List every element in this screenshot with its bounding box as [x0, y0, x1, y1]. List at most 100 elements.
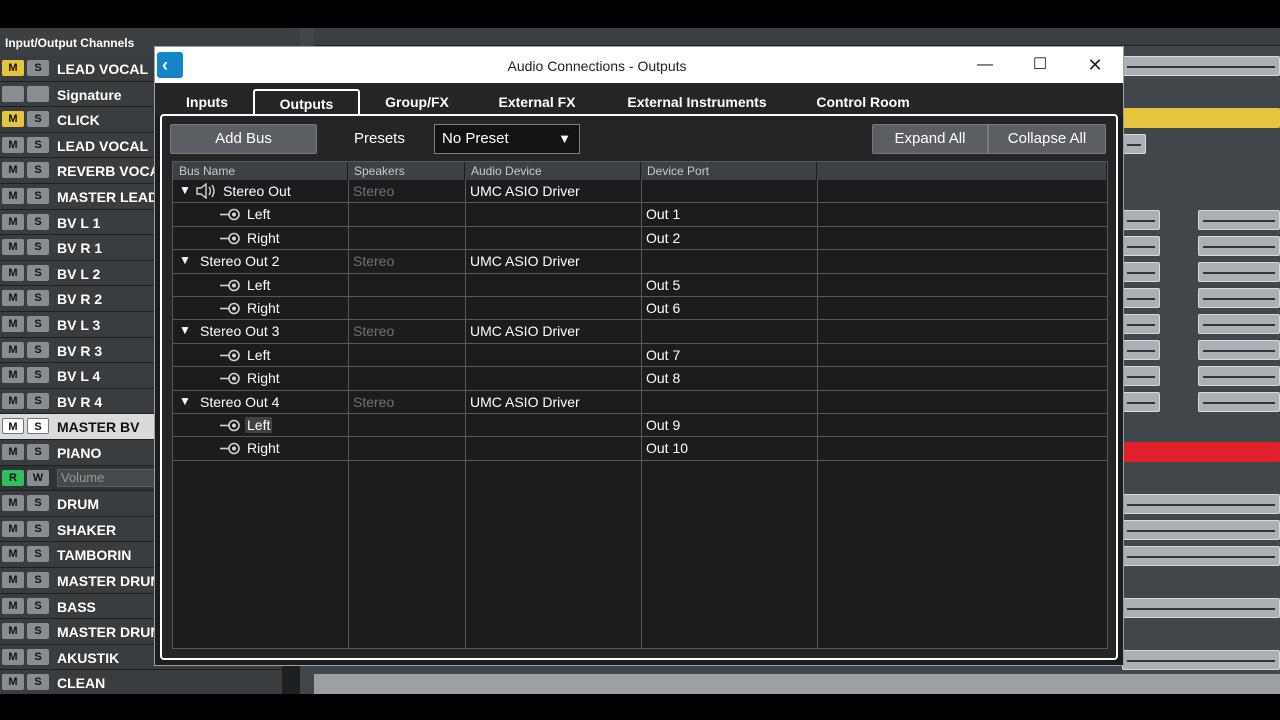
device-port-cell[interactable]: Out 5: [646, 277, 680, 293]
mute-button[interactable]: M: [2, 418, 24, 435]
lock-icon[interactable]: [2, 85, 24, 102]
solo-button[interactable]: S: [27, 546, 49, 563]
audio-clip[interactable]: [1122, 262, 1160, 282]
mute-button[interactable]: M: [2, 546, 24, 563]
mute-button[interactable]: M: [2, 648, 24, 665]
mute-button[interactable]: M: [2, 341, 24, 358]
tab-control-room[interactable]: Control Room: [807, 89, 919, 115]
mute-button[interactable]: M: [2, 162, 24, 179]
channel-row[interactable]: Right Out 6: [173, 297, 1107, 321]
bus-name[interactable]: Stereo Out 3: [200, 323, 279, 339]
mute-button[interactable]: M: [2, 520, 24, 537]
device-port-cell[interactable]: Out 6: [646, 300, 680, 316]
audio-clip[interactable]: [1198, 288, 1280, 308]
speakers-cell[interactable]: Stereo: [353, 323, 394, 339]
solo-button[interactable]: S: [27, 674, 49, 691]
mute-button[interactable]: M: [2, 444, 24, 460]
tab-outputs[interactable]: Outputs: [253, 89, 360, 115]
tab-group-fx[interactable]: Group/FX: [373, 89, 461, 115]
channel-row[interactable]: Right Out 8: [173, 367, 1107, 391]
solo-button[interactable]: S: [27, 213, 49, 230]
mute-button[interactable]: M: [2, 316, 24, 332]
solo-button[interactable]: S: [27, 188, 49, 204]
solo-button[interactable]: S: [27, 418, 49, 435]
close-button[interactable]: ✕: [1075, 53, 1115, 77]
collapse-triangle-icon[interactable]: ▼: [179, 394, 191, 408]
minimize-button[interactable]: —: [965, 53, 1005, 77]
audio-clip[interactable]: [1198, 340, 1280, 360]
solo-button[interactable]: S: [27, 136, 49, 153]
audio-clip[interactable]: [1122, 108, 1280, 128]
audio-clip[interactable]: [314, 674, 1280, 694]
bus-name[interactable]: Stereo Out 2: [200, 253, 279, 269]
mute-button[interactable]: M: [2, 290, 24, 307]
audio-clip[interactable]: [1122, 288, 1160, 308]
tab-external-fx[interactable]: External FX: [491, 89, 583, 115]
col-device-port[interactable]: Device Port: [641, 162, 817, 180]
audio-clip[interactable]: [1198, 392, 1280, 412]
channel-row[interactable]: Left Out 1: [173, 203, 1107, 227]
collapse-triangle-icon[interactable]: ▼: [179, 323, 191, 337]
solo-button[interactable]: S: [27, 572, 49, 588]
device-port-cell[interactable]: Out 2: [646, 230, 680, 246]
channel-row[interactable]: Left Out 9: [173, 414, 1107, 438]
audio-clip[interactable]: [1122, 494, 1280, 514]
solo-button[interactable]: S: [27, 392, 49, 409]
track-row[interactable]: M S CLEAN: [0, 670, 300, 696]
audio-clip[interactable]: [1122, 340, 1160, 360]
audio-clip[interactable]: [1198, 262, 1280, 282]
audio-clip[interactable]: [1122, 314, 1160, 334]
bus-row[interactable]: ▼ Stereo Out 3 Stereo UMC ASIO Driver: [173, 320, 1107, 344]
channel-row[interactable]: Left Out 5: [173, 274, 1107, 297]
audio-device-cell[interactable]: UMC ASIO Driver: [470, 253, 580, 269]
device-port-cell[interactable]: Out 9: [646, 417, 680, 433]
mute-button[interactable]: M: [2, 392, 24, 409]
device-port-cell[interactable]: Out 8: [646, 370, 680, 386]
audio-clip[interactable]: [1122, 392, 1160, 412]
add-bus-button[interactable]: Add Bus: [170, 124, 317, 154]
solo-button[interactable]: S: [27, 341, 49, 358]
device-port-cell[interactable]: Out 7: [646, 347, 680, 363]
track-button[interactable]: [27, 85, 49, 102]
channel-row[interactable]: Right Out 2: [173, 227, 1107, 251]
channel-name[interactable]: Left: [247, 347, 270, 363]
audio-clip[interactable]: [1198, 366, 1280, 386]
channel-name[interactable]: Right: [247, 230, 280, 246]
solo-button[interactable]: S: [27, 623, 49, 640]
expand-all-button[interactable]: Expand All: [872, 124, 988, 154]
audio-clip[interactable]: [1198, 314, 1280, 334]
channel-name[interactable]: Right: [247, 300, 280, 316]
channel-row[interactable]: Left Out 7: [173, 344, 1107, 368]
bus-row[interactable]: ▼ Stereo Out 2 Stereo UMC ASIO Driver: [173, 250, 1107, 274]
solo-button[interactable]: S: [27, 60, 49, 76]
mute-button[interactable]: M: [2, 597, 24, 614]
channel-name[interactable]: Left: [247, 277, 270, 293]
device-port-cell[interactable]: Out 1: [646, 206, 680, 222]
mute-button[interactable]: M: [2, 367, 24, 384]
automation-parameter-field[interactable]: Volume: [57, 468, 157, 487]
mute-button[interactable]: M: [2, 674, 24, 691]
audio-device-cell[interactable]: UMC ASIO Driver: [470, 394, 580, 410]
audio-clip[interactable]: [1122, 598, 1280, 618]
dialog-titlebar[interactable]: ‹ Audio Connections - Outputs — ☐ ✕: [155, 47, 1123, 83]
mute-button[interactable]: M: [2, 188, 24, 204]
timeline-ruler[interactable]: [314, 28, 1280, 46]
solo-button[interactable]: S: [27, 264, 49, 281]
channel-row[interactable]: Right Out 10: [173, 437, 1107, 461]
collapse-triangle-icon[interactable]: ▼: [179, 183, 191, 197]
solo-button[interactable]: S: [27, 162, 49, 179]
mute-button[interactable]: M: [2, 60, 24, 76]
channel-name[interactable]: Right: [247, 440, 280, 456]
audio-device-cell[interactable]: UMC ASIO Driver: [470, 183, 580, 199]
col-audio-device[interactable]: Audio Device: [465, 162, 641, 180]
tab-inputs[interactable]: Inputs: [173, 89, 241, 115]
mute-button[interactable]: M: [2, 572, 24, 588]
audio-clip[interactable]: [1122, 650, 1280, 670]
mute-button[interactable]: M: [2, 264, 24, 281]
write-button[interactable]: W: [27, 469, 49, 486]
solo-button[interactable]: S: [27, 316, 49, 332]
solo-button[interactable]: S: [27, 648, 49, 665]
audio-clip[interactable]: [1122, 520, 1280, 540]
bus-name[interactable]: Stereo Out: [223, 183, 291, 199]
mute-button[interactable]: M: [2, 495, 24, 512]
